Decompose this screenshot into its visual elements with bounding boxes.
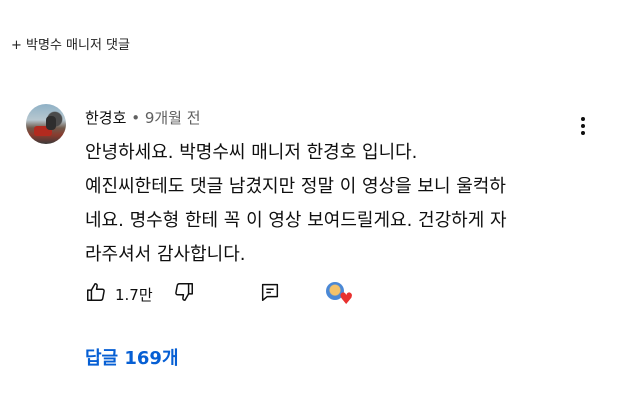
more-options-button[interactable]: [572, 114, 594, 138]
comment-line: 라주셔서 감사합니다.: [85, 244, 246, 265]
comment-author[interactable]: 한경호: [85, 109, 126, 127]
creator-heart-icon: ♥: [326, 282, 358, 310]
replies-button[interactable]: 답글 169개: [85, 344, 179, 370]
like-count: 1.7만: [115, 285, 153, 304]
caption: + 박명수 매니저 댓글: [11, 38, 130, 53]
comment-text: 안녕하세요. 박명수씨 매니저 한경호 입니다. 예진씨한테도 댓글 남겼지만 …: [85, 136, 605, 272]
comment-line: 네요. 명수형 한테 꼭 이 영상 보여드릴게요. 건강하게 자: [85, 210, 507, 231]
more-vertical-icon: [581, 117, 585, 121]
avatar[interactable]: [26, 104, 66, 144]
thumbs-up-icon[interactable]: [85, 281, 107, 307]
comment-meta: 한경호 • 9개월 전: [85, 109, 201, 127]
thumbs-down-icon[interactable]: [173, 281, 195, 307]
comment-line: 안녕하세요. 박명수씨 매니저 한경호 입니다.: [85, 142, 418, 163]
comment-actions: 1.7만: [85, 280, 281, 308]
comment-icon[interactable]: [259, 281, 281, 307]
comment-line: 예진씨한테도 댓글 남겼지만 정말 이 영상을 보니 울컥하: [85, 176, 506, 197]
comment-time[interactable]: 9개월 전: [145, 109, 201, 127]
